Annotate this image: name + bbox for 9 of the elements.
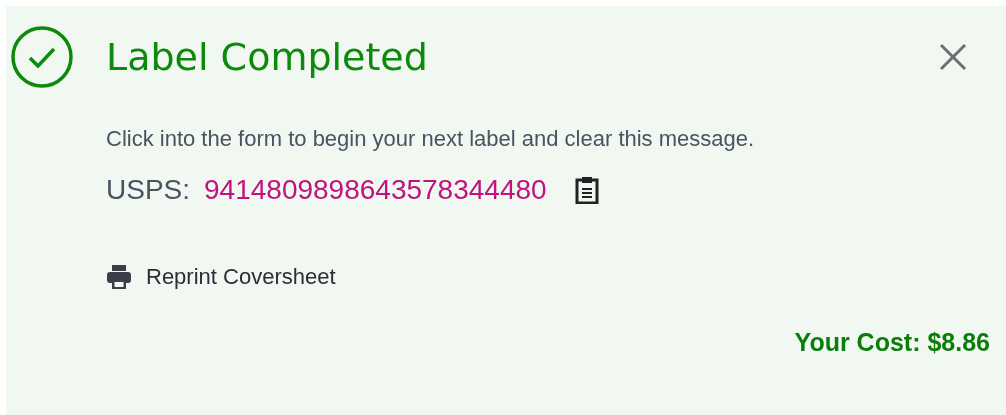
info-message: Click into the form to begin your next label and clear this message. [106,126,756,152]
tracking-number-link[interactable]: 9414809898643578344480 [204,174,547,206]
panel-title: Label Completed [106,35,429,79]
carrier-label: USPS: [106,174,191,206]
printer-icon [106,264,132,290]
reprint-button[interactable]: Reprint Coversheet [106,264,336,290]
check-circle-icon [10,25,74,89]
clipboard-icon[interactable] [574,176,599,204]
total-cost: Your Cost: $8.86 [794,328,990,357]
